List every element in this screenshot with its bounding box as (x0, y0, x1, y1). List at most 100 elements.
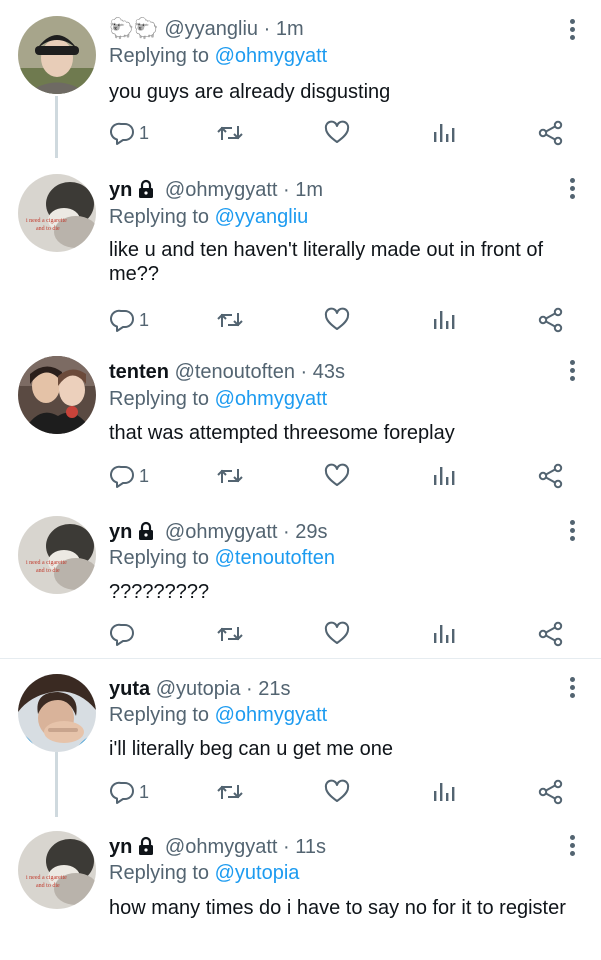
retweet-button[interactable] (216, 619, 244, 649)
reply-icon (110, 463, 136, 489)
replying-to-link[interactable]: @yutopia (215, 862, 300, 884)
replying-to: Replying to @ohmygyatt (109, 702, 327, 728)
reply-count: 1 (139, 781, 150, 802)
avatar-caption-1: i need a cigarette (26, 218, 67, 224)
reply-icon (110, 307, 136, 333)
reply-button[interactable]: 1 (110, 305, 149, 335)
display-name[interactable]: yn (109, 179, 132, 201)
retweet-icon (216, 779, 244, 805)
more-menu-icon[interactable] (565, 176, 579, 202)
display-name-emoji[interactable]: 🐑🐑 (109, 18, 159, 40)
tweet-0[interactable]: 🐑🐑 @yyangliu · 1m Replying to @ohmygyatt… (0, 0, 601, 158)
reply-icon (110, 779, 136, 805)
handle[interactable]: @yutopia (156, 678, 241, 700)
analytics-button[interactable] (432, 461, 456, 491)
more-menu-icon[interactable] (565, 833, 579, 859)
timestamp[interactable]: 1m (295, 179, 323, 201)
avatar-yuta[interactable] (18, 674, 96, 752)
replying-to-link[interactable]: @tenoutoften (215, 547, 335, 569)
replying-to-link[interactable]: @ohmygyatt (215, 388, 328, 410)
avatar-caption-2: and to die (36, 883, 60, 889)
retweet-button[interactable] (216, 461, 244, 491)
share-icon (538, 463, 564, 489)
more-menu-icon[interactable] (565, 17, 579, 43)
avatar-yyangliu[interactable] (18, 16, 96, 94)
timestamp[interactable]: 29s (295, 521, 327, 543)
timestamp[interactable]: 1m (276, 18, 304, 40)
timestamp[interactable]: 11s (295, 836, 326, 858)
replying-prefix: Replying to (109, 547, 210, 569)
like-button[interactable] (324, 118, 350, 148)
reply-icon (110, 120, 136, 146)
timestamp[interactable]: 43s (313, 361, 345, 383)
reply-button[interactable]: 1 (110, 777, 149, 807)
tweet-2[interactable]: tenten @tenoutoften · 43s Replying to @o… (0, 340, 601, 500)
separator-dot: · (283, 179, 290, 201)
tweet-5[interactable]: i need a cigarette and to die yn @ohmygy… (0, 817, 601, 960)
like-button[interactable] (324, 619, 350, 649)
share-button[interactable] (538, 619, 564, 649)
action-bar: 1 (0, 305, 601, 335)
avatar-tenten[interactable] (18, 356, 96, 434)
display-name[interactable]: tenten (109, 361, 169, 383)
avatar-yn[interactable]: i need a cigarette and to die (18, 516, 96, 594)
retweet-icon (216, 307, 244, 333)
replying-to: Replying to @yutopia (109, 860, 299, 886)
replying-to-link[interactable]: @yyangliu (215, 206, 309, 228)
reply-button[interactable]: 1 (110, 118, 149, 148)
display-name[interactable]: yn (109, 836, 132, 858)
replying-to-link[interactable]: @ohmygyatt (215, 704, 328, 726)
tweet-4[interactable]: yuta @yutopia · 21s Replying to @ohmygya… (0, 659, 601, 817)
retweet-button[interactable] (216, 305, 244, 335)
replying-to: Replying to @tenoutoften (109, 545, 335, 571)
retweet-icon (216, 621, 244, 647)
analytics-button[interactable] (432, 305, 456, 335)
like-button[interactable] (324, 777, 350, 807)
share-button[interactable] (538, 461, 564, 491)
separator-dot: · (300, 361, 308, 383)
analytics-button[interactable] (432, 619, 456, 649)
handle[interactable]: @yyangliu (164, 18, 258, 40)
handle[interactable]: @ohmygyatt (165, 521, 278, 543)
replying-to-link[interactable]: @ohmygyatt (215, 45, 328, 67)
retweet-button[interactable] (216, 118, 244, 148)
reply-button[interactable]: 1 (110, 461, 149, 491)
like-button[interactable] (324, 461, 350, 491)
timestamp[interactable]: 21s (258, 678, 290, 700)
share-button[interactable] (538, 777, 564, 807)
retweet-icon (216, 120, 244, 146)
analytics-button[interactable] (432, 118, 456, 148)
reply-count: 1 (139, 465, 150, 486)
share-button[interactable] (538, 118, 564, 148)
handle[interactable]: @ohmygyatt (165, 836, 278, 858)
analytics-icon (432, 779, 456, 805)
more-menu-icon[interactable] (565, 358, 579, 384)
analytics-button[interactable] (432, 777, 456, 807)
tweet-3[interactable]: i need a cigarette and to die yn @ohmygy… (0, 500, 601, 658)
avatar-yn[interactable]: i need a cigarette and to die (18, 174, 96, 252)
reply-button[interactable] (110, 619, 139, 649)
tweet-text: ????????? (109, 581, 210, 603)
tweet-1[interactable]: i need a cigarette and to die yn @ohmygy… (0, 158, 601, 340)
handle[interactable]: @ohmygyatt (165, 179, 278, 201)
more-menu-icon[interactable] (565, 518, 579, 544)
display-name[interactable]: yn (109, 521, 132, 543)
replying-prefix: Replying to (109, 206, 210, 228)
share-icon (538, 621, 564, 647)
action-bar: 1 (0, 461, 601, 491)
retweet-button[interactable] (216, 777, 244, 807)
share-button[interactable] (538, 305, 564, 335)
lock-icon (136, 836, 156, 863)
tweet-text: like u and ten haven't literally made ou… (109, 239, 544, 285)
more-menu-icon[interactable] (565, 675, 579, 701)
like-button[interactable] (324, 305, 350, 335)
avatar-yn[interactable]: i need a cigarette and to die (18, 831, 96, 909)
analytics-icon (432, 621, 456, 647)
like-icon (324, 779, 350, 805)
reply-count: 1 (139, 122, 150, 143)
tweet-header: tenten @tenoutoften · 43s (109, 359, 345, 385)
tweet-text: you guys are already disgusting (109, 81, 391, 103)
replying-prefix: Replying to (109, 388, 210, 410)
handle[interactable]: @tenoutoften (175, 361, 295, 383)
display-name[interactable]: yuta (109, 678, 150, 700)
